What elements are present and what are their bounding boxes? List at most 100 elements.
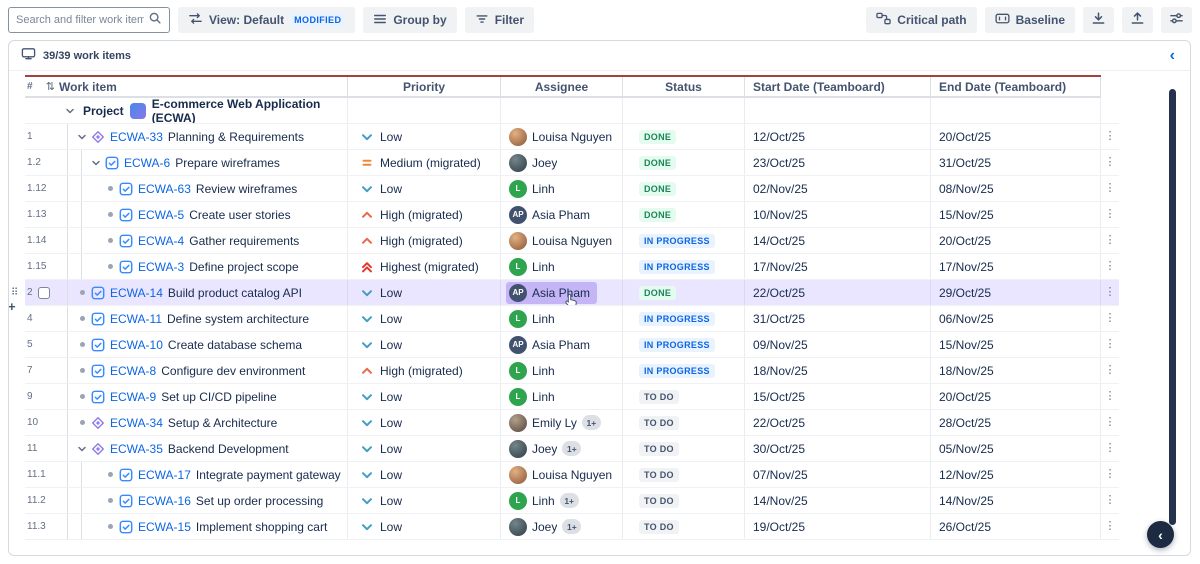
row-actions-cell[interactable]: ⋮ [1101,150,1119,175]
table-row[interactable]: ⠿ + 1.14 ECWA-4 Gather requirements [25,228,1119,254]
assignee-cell[interactable]: L Linh [501,384,623,409]
row-actions-cell[interactable]: ⋮ [1101,436,1119,461]
work-item-key-link[interactable]: ECWA-6 [124,156,170,170]
start-date-cell[interactable]: 31/Oct/25 [745,306,931,331]
end-date-cell[interactable]: 05/Nov/25 [931,436,1101,461]
work-item-key-link[interactable]: ECWA-8 [110,364,156,378]
end-date-cell[interactable]: 26/Oct/25 [931,514,1101,539]
work-item-key-link[interactable]: ECWA-15 [138,520,191,534]
table-row[interactable]: ⠿ + 11.2 ECWA-16 Set up order processing [25,488,1119,514]
start-date-cell[interactable]: 02/Nov/25 [745,176,931,201]
assignee-cell[interactable]: AP Asia Pham [501,280,623,305]
column-header-priority[interactable]: Priority [348,77,501,96]
work-item-cell[interactable]: ECWA-10 Create database schema [59,332,348,357]
status-cell[interactable]: IN PROGRESS [623,306,745,331]
work-item-cell[interactable]: ECWA-34 Setup & Architecture [59,410,348,435]
priority-cell[interactable]: Medium (migrated) [348,150,501,175]
status-cell[interactable]: IN PROGRESS [623,358,745,383]
column-header-status[interactable]: Status [623,77,745,96]
assignee-cell[interactable]: AP Asia Pham [501,332,623,357]
work-item-key-link[interactable]: ECWA-16 [138,494,191,508]
assignee-chip[interactable]: Louisa Nguyen [506,464,619,486]
start-date-cell[interactable]: 23/Oct/25 [745,150,931,175]
assignee-cell[interactable]: Joey [501,150,623,175]
assignee-chip[interactable]: L Linh [506,308,562,330]
more-options-icon[interactable]: ⋮ [1105,495,1116,506]
work-item-cell[interactable]: ECWA-5 Create user stories [59,202,348,227]
column-header-assignee[interactable]: Assignee [501,77,623,96]
more-options-icon[interactable]: ⋮ [1105,391,1116,402]
project-row[interactable]: Project E-commerce Web Application (ECWA… [25,98,1119,124]
table-row[interactable]: ⠿ + 10 ECWA-34 Setup & Architecture [25,410,1119,436]
start-date-cell[interactable]: 14/Nov/25 [745,488,931,513]
table-row[interactable]: ⠿ + 11 ECWA-35 Backend Development [25,436,1119,462]
more-options-icon[interactable]: ⋮ [1105,521,1116,532]
work-item-key-link[interactable]: ECWA-33 [110,130,163,144]
priority-cell[interactable]: High (migrated) [348,228,501,253]
row-actions-cell[interactable]: ⋮ [1101,462,1119,487]
assignee-cell[interactable]: L Linh [501,358,623,383]
priority-cell[interactable]: Low [348,410,501,435]
sort-icon[interactable]: ⇅ [46,80,55,93]
work-item-key-link[interactable]: ECWA-34 [110,416,163,430]
start-date-cell[interactable]: 14/Oct/25 [745,228,931,253]
start-date-cell[interactable]: 09/Nov/25 [745,332,931,357]
add-work-item-button[interactable]: + [8,299,16,314]
row-checkbox[interactable] [38,287,50,299]
assignee-cell[interactable]: AP Asia Pham [501,202,623,227]
row-actions-cell[interactable]: ⋮ [1101,410,1119,435]
end-date-cell[interactable]: 12/Nov/25 [931,462,1101,487]
row-actions-cell[interactable]: ⋮ [1101,488,1119,513]
more-options-icon[interactable]: ⋮ [1105,443,1116,454]
status-cell[interactable]: TO DO [623,384,745,409]
more-options-icon[interactable]: ⋮ [1105,183,1116,194]
table-row[interactable]: ⠿ + 11.1 ECWA-17 Integrate payment gatew… [25,462,1119,488]
assignee-chip[interactable]: Joey [506,152,564,174]
assignee-chip[interactable]: Joey 1+ [506,516,588,538]
status-cell[interactable]: TO DO [623,514,745,539]
search-input[interactable] [16,14,144,26]
work-item-key-link[interactable]: ECWA-9 [110,390,156,404]
assignee-cell[interactable]: L Linh [501,306,623,331]
start-date-cell[interactable]: 07/Nov/25 [745,462,931,487]
work-item-cell[interactable]: ECWA-9 Set up CI/CD pipeline [59,384,348,409]
status-cell[interactable]: IN PROGRESS [623,254,745,279]
priority-cell[interactable]: Highest (migrated) [348,254,501,279]
more-options-icon[interactable]: ⋮ [1105,469,1116,480]
work-item-key-link[interactable]: ECWA-4 [138,234,184,248]
end-date-cell[interactable]: 20/Oct/25 [931,124,1101,149]
start-date-cell[interactable]: 12/Oct/25 [745,124,931,149]
assignee-cell[interactable]: Joey 1+ [501,514,623,539]
status-cell[interactable]: DONE [623,280,745,305]
table-row[interactable]: ⠿ + 11.3 ECWA-15 Implement shopping cart [25,514,1119,540]
assignee-cell[interactable]: Joey 1+ [501,436,623,461]
row-actions-cell[interactable]: ⋮ [1101,384,1119,409]
project-cell[interactable]: Project E-commerce Web Application (ECWA… [59,98,348,123]
start-date-cell[interactable]: 15/Oct/25 [745,384,931,409]
more-options-icon[interactable]: ⋮ [1105,131,1116,142]
assignee-cell[interactable]: Louisa Nguyen [501,124,623,149]
assignee-chip[interactable]: L Linh [506,256,562,278]
critical-path-button[interactable]: Critical path [866,7,976,33]
status-cell[interactable]: TO DO [623,488,745,513]
status-cell[interactable]: DONE [623,124,745,149]
priority-cell[interactable]: Low [348,332,501,357]
filter-button[interactable]: Filter [465,7,534,33]
more-options-icon[interactable]: ⋮ [1105,313,1116,324]
view-button[interactable]: View: Default MODIFIED [178,7,355,33]
column-header-work-item[interactable]: Work item [59,77,348,96]
work-item-cell[interactable]: ECWA-14 Build product catalog API [59,280,348,305]
work-item-key-link[interactable]: ECWA-17 [138,468,191,482]
drag-handle-icon[interactable]: ⠿ [11,287,18,298]
start-date-cell[interactable]: 18/Nov/25 [745,358,931,383]
table-row[interactable]: ⠿ + 4 ECWA-11 Define system architecture [25,306,1119,332]
row-actions-cell[interactable]: ⋮ [1101,306,1119,331]
row-actions-cell[interactable]: ⋮ [1101,202,1119,227]
work-item-cell[interactable]: ECWA-3 Define project scope [59,254,348,279]
more-options-icon[interactable]: ⋮ [1105,339,1116,350]
expand-chevron-icon[interactable] [75,443,89,455]
row-actions-cell[interactable]: ⋮ [1101,124,1119,149]
end-date-cell[interactable]: 28/Oct/25 [931,410,1101,435]
work-item-key-link[interactable]: ECWA-14 [110,286,163,300]
status-cell[interactable]: DONE [623,150,745,175]
